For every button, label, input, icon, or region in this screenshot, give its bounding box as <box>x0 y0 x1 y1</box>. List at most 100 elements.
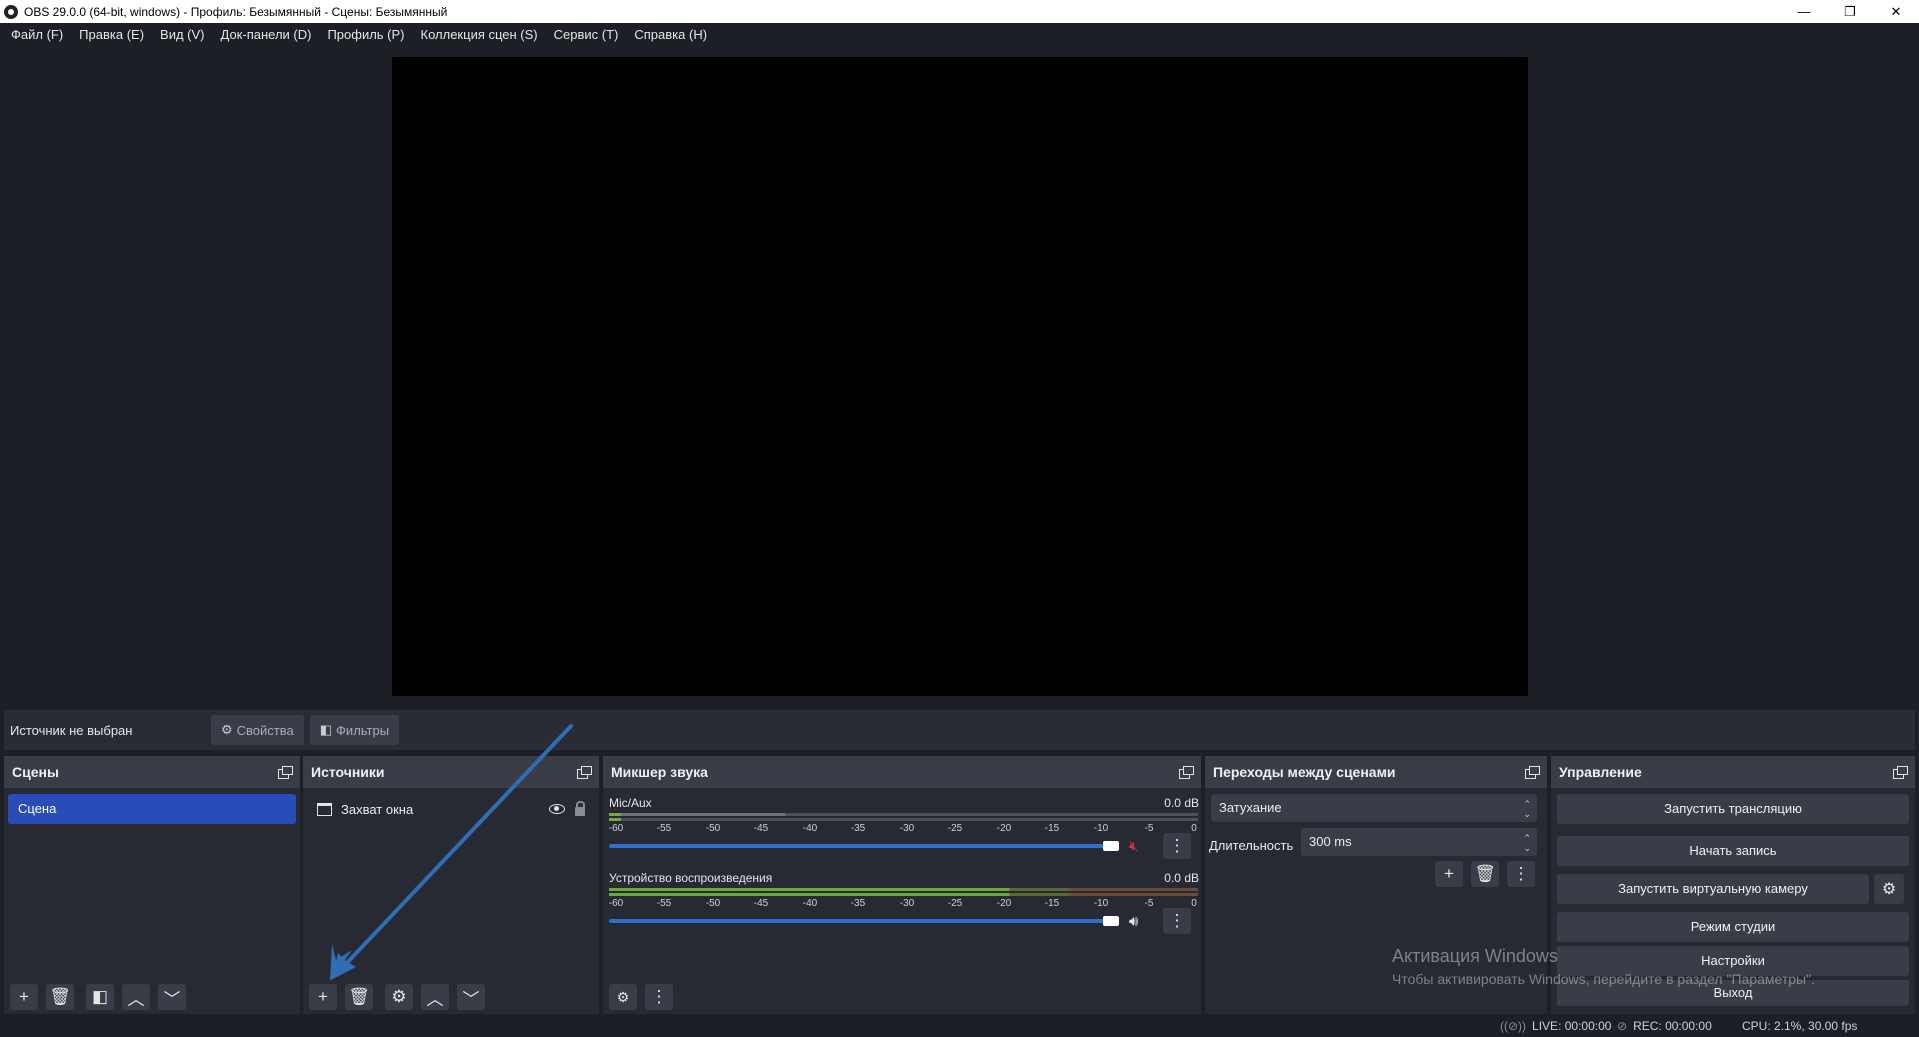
add-scene-button[interactable]: + <box>10 984 38 1010</box>
scene-filters-button[interactable]: ◧ <box>86 984 114 1010</box>
move-source-up-button[interactable]: ︿ <box>421 984 449 1010</box>
mixer-title: Микшер звука <box>611 764 708 780</box>
kebab-icon: ⋮ <box>1168 836 1186 855</box>
status-bar: ((⊘)) LIVE: 00:00:00 ⊘ REC: 00:00:00 CPU… <box>0 1014 1919 1037</box>
mixer-toolbar: ⚙ ⋮ <box>603 980 1201 1014</box>
rec-time: REC: 00:00:00 <box>1633 1019 1712 1033</box>
undock-icon[interactable] <box>1525 766 1540 779</box>
volume-slider[interactable] <box>609 841 1119 851</box>
gear-icon: ⚙ <box>391 987 407 1006</box>
studio-mode-button[interactable]: Режим студии <box>1557 912 1909 942</box>
eye-icon[interactable] <box>549 804 565 814</box>
add-source-button[interactable]: + <box>309 984 337 1010</box>
gears-icon: ⚙ <box>616 988 630 1005</box>
undock-icon[interactable] <box>1893 766 1908 779</box>
rec-status: ⊘ REC: 00:00:00 <box>1617 1019 1712 1033</box>
preview-area <box>0 46 1919 706</box>
remove-scene-button[interactable]: 🗑 <box>46 984 74 1010</box>
volume-meter: -60 -55 -50 -45 -40 -35 -30 -25 -20 -15 -10 -5 0 <box>609 888 1198 909</box>
audio-mixer-dock: Микшер звука Mic/Aux 0.0 dB -60 -55 -50 -45… <box>603 756 1201 1014</box>
transitions-dock-header: Переходы между сценами <box>1205 756 1547 788</box>
mixer-channel: Mic/Aux 0.0 dB -60 -55 -50 -45 -40 -35 -30 -25-… <box>609 796 1199 859</box>
menu-bar: Файл (F) Правка (E) Вид (V) Док-панели (… <box>0 23 1919 46</box>
undock-icon[interactable] <box>1179 766 1194 779</box>
virtual-camera-settings-button[interactable]: ⚙ <box>1874 874 1904 904</box>
plus-icon: + <box>1444 864 1454 883</box>
move-scene-down-button[interactable]: ﹀ <box>158 984 186 1010</box>
trash-icon: 🗑 <box>348 987 370 1006</box>
move-scene-up-button[interactable]: ︿ <box>122 984 150 1010</box>
gear-icon: ⚙ <box>1881 881 1897 898</box>
menu-profile[interactable]: Профиль (P) <box>319 23 412 46</box>
scene-list-item[interactable]: Сцена <box>8 794 296 824</box>
channel-name: Устройство воспроизведения <box>609 871 773 885</box>
start-virtual-camera-button[interactable]: Запустить виртуальную камеру <box>1557 874 1869 904</box>
scenes-toolbar: + 🗑 ◧ ︿ ﹀ <box>4 980 300 1014</box>
gear-icon: ⚙ <box>221 722 233 737</box>
window-capture-icon <box>317 802 332 816</box>
volume-slider[interactable] <box>609 916 1119 926</box>
filter-icon: ◧ <box>319 722 333 737</box>
mixer-menu-button[interactable]: ⋮ <box>645 984 673 1010</box>
duration-label: Длительность <box>1209 838 1294 853</box>
menu-docks[interactable]: Док-панели (D) <box>213 23 320 46</box>
chevron-down-icon: ﹀ <box>163 989 181 1009</box>
remove-source-button[interactable]: 🗑 <box>345 984 373 1010</box>
menu-view[interactable]: Вид (V) <box>152 23 212 46</box>
channel-menu-button[interactable]: ⋮ <box>1163 908 1191 934</box>
filters-button[interactable]: ◧ Фильтры <box>309 715 400 745</box>
record-icon: ⊘ <box>1617 1019 1628 1033</box>
advanced-audio-button[interactable]: ⚙ <box>609 984 637 1010</box>
title-bar: OBS 29.0.0 (64-bit, windows) - Профиль: … <box>0 0 1919 23</box>
duration-spinbox[interactable]: 300 ms ⌃ ⌄ <box>1301 828 1537 856</box>
sources-dock-header: Источники <box>303 756 599 788</box>
controls-dock: Управление Запустить трансляцию Начать з… <box>1551 756 1915 1014</box>
live-status: ((⊘)) LIVE: 00:00:00 <box>1500 1019 1611 1033</box>
transition-select[interactable]: Затухание ⌃ ⌄ <box>1211 794 1537 822</box>
remove-transition-button[interactable]: 🗑 <box>1471 861 1499 887</box>
undock-icon[interactable] <box>278 766 293 779</box>
close-button[interactable]: ✕ <box>1873 0 1919 23</box>
controls-title: Управление <box>1559 764 1642 780</box>
plus-icon: + <box>318 987 328 1006</box>
live-time: LIVE: 00:00:00 <box>1532 1019 1612 1033</box>
plus-icon: + <box>19 987 29 1006</box>
channel-menu-button[interactable]: ⋮ <box>1163 833 1191 859</box>
speaker-icon[interactable]: 🔊︎ <box>1129 913 1149 930</box>
exit-button[interactable]: Выход <box>1557 980 1909 1006</box>
volume-slider-handle[interactable] <box>1103 841 1119 851</box>
window-title: OBS 29.0.0 (64-bit, windows) - Профиль: … <box>24 4 448 19</box>
undock-icon[interactable] <box>577 766 592 779</box>
properties-button[interactable]: ⚙ Свойства <box>211 715 304 745</box>
minimize-button[interactable]: — <box>1781 0 1827 23</box>
preview-canvas[interactable] <box>392 57 1528 696</box>
menu-help[interactable]: Справка (H) <box>626 23 715 46</box>
source-list-item[interactable]: Захват окна <box>309 794 599 824</box>
transitions-title: Переходы между сценами <box>1213 764 1396 780</box>
cpu-status: CPU: 2.1%, 30.00 fps <box>1742 1019 1857 1033</box>
controls-dock-header: Управление <box>1551 756 1915 788</box>
settings-button[interactable]: Настройки <box>1557 946 1909 976</box>
start-streaming-button[interactable]: Запустить трансляцию <box>1557 794 1909 824</box>
menu-tools[interactable]: Сервис (T) <box>546 23 627 46</box>
menu-scene-collection[interactable]: Коллекция сцен (S) <box>413 23 546 46</box>
lock-icon[interactable] <box>575 800 585 816</box>
maximize-button[interactable]: ❐ <box>1827 0 1873 23</box>
start-recording-button[interactable]: Начать запись <box>1557 836 1909 866</box>
sources-title: Источники <box>311 764 385 780</box>
menu-edit[interactable]: Правка (E) <box>71 23 152 46</box>
scenes-dock: Сцены Сцена + 🗑 ◧ ︿ ﹀ <box>4 756 300 1014</box>
filter-icon: ◧ <box>91 987 109 1006</box>
transitions-toolbar: + 🗑 ⋮ <box>1427 861 1535 887</box>
volume-meter: -60 -55 -50 -45 -40 -35 -30 -25 -20 -15 -10 -5 0 <box>609 813 1198 834</box>
source-properties-button[interactable]: ⚙ <box>385 984 413 1010</box>
volume-slider-handle[interactable] <box>1103 916 1119 926</box>
muted-speaker-icon[interactable]: 🔇︎ <box>1129 838 1149 855</box>
menu-file[interactable]: Файл (F) <box>3 23 71 46</box>
add-transition-button[interactable]: + <box>1435 861 1463 887</box>
move-source-down-button[interactable]: ﹀ <box>457 984 485 1010</box>
transition-menu-button[interactable]: ⋮ <box>1507 861 1535 887</box>
transitions-dock: Переходы между сценами Затухание ⌃ ⌄ Длит… <box>1205 756 1547 1014</box>
mixer-channel: Устройство воспроизведения 0.0 dB -60 -55… <box>609 871 1199 934</box>
spin-arrows-icon[interactable]: ⌃ ⌄ <box>1523 828 1531 853</box>
